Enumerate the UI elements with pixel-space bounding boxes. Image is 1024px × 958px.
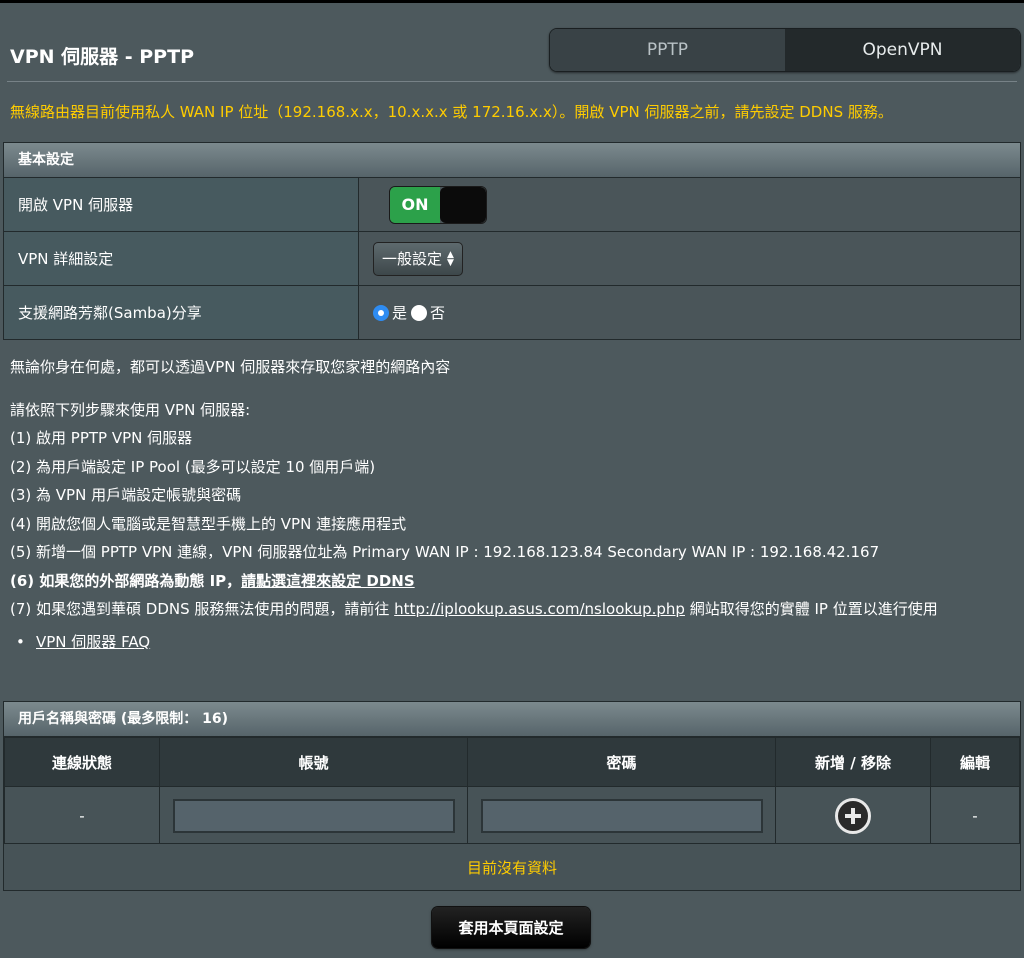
add-cell <box>775 786 931 846</box>
step-7-text: (7) 如果您遇到華碩 DDNS 服務無法使用的問題，請前往 <box>10 600 395 618</box>
users-section: 用戶名稱與密碼 (最多限制： 16) 連線狀態 帳號 密碼 新增 / 移除 編輯… <box>3 701 1021 847</box>
enable-vpn-toggle[interactable]: ON <box>389 185 487 224</box>
step-5: (5) 新增一個 PPTP VPN 連線，VPN 伺服器位址為 Primary … <box>10 543 880 561</box>
no-data-message: 目前沒有資料 <box>3 843 1021 891</box>
vpn-detail-selected: 一般設定 <box>382 250 443 268</box>
samba-value: 是 否 <box>359 286 1020 339</box>
step-3: (3) 為 VPN 用戶端設定帳號與密碼 <box>10 486 242 504</box>
row-edit: - <box>930 786 1020 846</box>
users-table-header: 連線狀態 帳號 密碼 新增 / 移除 編輯 <box>4 737 1020 787</box>
ddns-setup-link[interactable]: 請點選這裡來設定 DDNS <box>241 572 414 590</box>
step-1: (1) 啟用 PPTP VPN 伺服器 <box>10 429 193 447</box>
add-user-icon[interactable] <box>835 798 871 834</box>
users-header: 用戶名稱與密碼 (最多限制： 16) <box>4 702 1020 737</box>
intro-text: 無論你身在何處，都可以透過VPN 伺服器來存取您家裡的網路內容 <box>10 358 451 376</box>
enable-vpn-value: ON <box>359 178 1020 231</box>
col-edit: 編輯 <box>930 737 1020 787</box>
private-wan-warning: 無線路由器目前使用私人 WAN IP 位址（192.168.x.x，10.x.x… <box>10 103 893 121</box>
password-input[interactable] <box>480 799 763 833</box>
vpn-detail-row: VPN 詳細設定 一般設定 ▲ ▼ <box>4 232 1020 286</box>
apply-button[interactable]: 套用本頁面設定 <box>432 907 590 948</box>
username-cell <box>159 786 468 846</box>
basic-settings-section: 基本設定 開啟 VPN 伺服器 ON VPN 詳細設定 一般設定 ▲ ▼ 支援網路… <box>3 142 1021 340</box>
samba-yes-radio[interactable] <box>373 304 389 321</box>
instructions: 無論你身在何處，都可以透過VPN 伺服器來存取您家裡的網路內容 請依照下列步驟來… <box>10 353 1020 656</box>
iplookup-link[interactable]: http://iplookup.asus.com/nslookup.php <box>394 600 685 618</box>
col-password: 密碼 <box>467 737 776 787</box>
step-7-suffix: 網站取得您的實體 IP 位置以進行使用 <box>684 600 938 618</box>
toggle-on-label: ON <box>390 186 440 223</box>
table-row: - - <box>4 786 1020 846</box>
vpn-detail-value: 一般設定 ▲ ▼ <box>359 232 1020 285</box>
enable-vpn-label: 開啟 VPN 伺服器 <box>4 178 359 231</box>
header-divider <box>7 81 1017 82</box>
vpn-type-tabs: PPTP OpenVPN <box>549 28 1021 72</box>
vpn-detail-select[interactable]: 一般設定 ▲ ▼ <box>373 241 463 276</box>
password-cell <box>467 786 776 846</box>
enable-vpn-row: 開啟 VPN 伺服器 ON <box>4 178 1020 232</box>
faq-list: VPN 伺服器 FAQ <box>10 628 1020 657</box>
tab-pptp[interactable]: PPTP <box>550 29 785 71</box>
vpn-detail-label: VPN 詳細設定 <box>4 232 359 285</box>
toggle-knob <box>440 186 486 223</box>
faq-item: VPN 伺服器 FAQ <box>16 628 1020 657</box>
row-status: - <box>4 786 160 846</box>
samba-no-radio[interactable] <box>411 304 428 321</box>
users-table: 連線狀態 帳號 密碼 新增 / 移除 編輯 - - <box>4 737 1020 846</box>
step-6: (6) 如果您的外部網路為動態 IP，請點選這裡來設定 DDNS <box>10 567 1020 596</box>
samba-label: 支援網路芳鄰(Samba)分享 <box>4 286 359 339</box>
basic-settings-header: 基本設定 <box>4 143 1020 178</box>
col-add-remove: 新增 / 移除 <box>775 737 931 787</box>
tab-openvpn[interactable]: OpenVPN <box>785 29 1020 71</box>
select-arrows-icon: ▲ ▼ <box>447 249 454 268</box>
samba-radio-group: 是 否 <box>373 302 445 323</box>
vpn-faq-link[interactable]: VPN 伺服器 FAQ <box>36 633 150 651</box>
top-edge <box>0 0 1024 3</box>
steps-title: 請依照下列步驟來使用 VPN 伺服器: <box>10 400 251 419</box>
samba-yes-label: 是 <box>392 304 408 322</box>
step-7: (7) 如果您遇到華碩 DDNS 服務無法使用的問題，請前往 http://ip… <box>10 595 1020 624</box>
step-2: (2) 為用戶端設定 IP Pool (最多可以設定 10 個用戶端) <box>10 457 376 476</box>
page-title: VPN 伺服器 - PPTP <box>10 46 194 68</box>
samba-row: 支援網路芳鄰(Samba)分享 是 否 <box>4 286 1020 339</box>
username-input[interactable] <box>172 799 455 833</box>
samba-no-label: 否 <box>430 304 446 322</box>
step-4: (4) 開啟您個人電腦或是智慧型手機上的 VPN 連接應用程式 <box>10 514 407 533</box>
col-connection-status: 連線狀態 <box>4 737 160 787</box>
col-username: 帳號 <box>159 737 468 787</box>
step-6-text: (6) 如果您的外部網路為動態 IP， <box>10 571 242 590</box>
